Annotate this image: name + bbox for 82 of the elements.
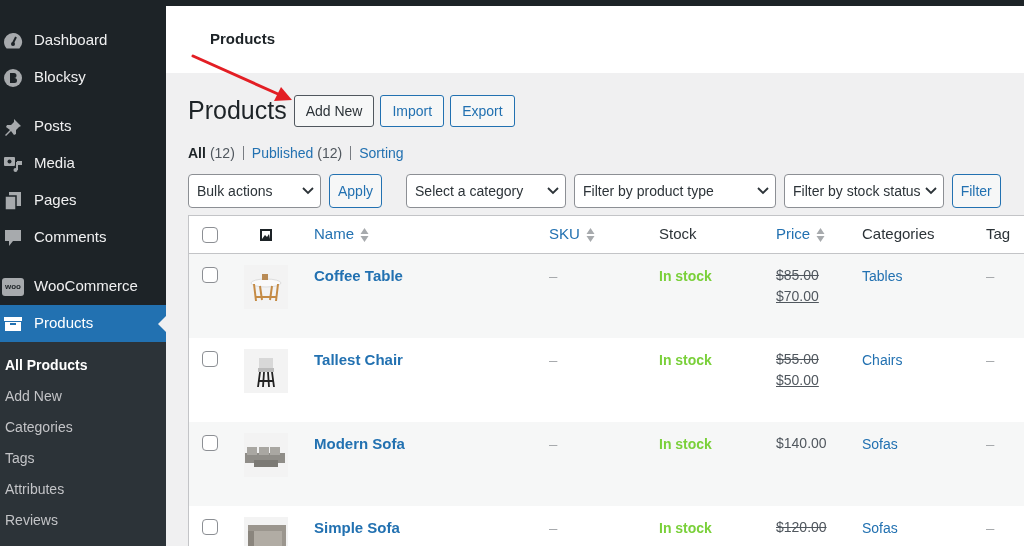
chevron-down-icon [302,187,314,195]
sku-text: – [549,435,558,452]
submenu-item[interactable]: Add New [0,381,166,412]
dropdown[interactable]: Filter by stock status [784,174,944,208]
tags-text: – [986,519,995,536]
tags-text: – [986,435,995,452]
menu-item[interactable]: Media [0,145,166,182]
sku-text: – [549,519,558,536]
page-title: Products [188,95,287,127]
sort-icon [816,226,826,243]
submenu-item[interactable]: Reviews [0,505,166,536]
action-button[interactable]: Add New [293,95,375,127]
column-header[interactable]: SKU [549,223,595,246]
sale-price: $50.00 [776,371,820,390]
row-checkbox[interactable] [202,519,218,535]
category-link[interactable]: Sofas [862,436,898,452]
submenu-item[interactable]: All Products [0,350,166,381]
pushpin-icon [3,116,23,137]
comment-icon [3,227,23,248]
stock-status: In stock [659,268,712,284]
menu-item[interactable]: Posts [0,108,166,145]
sort-icon [360,226,369,243]
tags-text: – [986,267,995,284]
dropdown[interactable]: Bulk actions [188,174,321,208]
view-link[interactable]: Sorting [359,142,404,164]
stock-status: In stock [659,520,712,536]
submenu-item[interactable]: Categories [0,412,166,443]
stock-status: In stock [659,436,712,452]
sale-price: $70.00 [776,287,820,306]
dropdown[interactable]: Filter by product type [574,174,777,208]
chevron-down-icon [924,187,937,195]
menu-item[interactable]: Dashboard [0,22,166,59]
action-button[interactable]: Import [380,95,445,127]
filter-button[interactable]: Filter [951,174,1001,208]
submenu-item[interactable]: Attributes [0,474,166,505]
header-title: Products [210,29,275,50]
product-name-link[interactable]: Coffee Table [314,267,403,284]
select-all-checkbox[interactable] [202,226,218,243]
view-link[interactable]: Published [251,142,314,164]
menu-item[interactable]: Blocksy [0,59,166,96]
category-link[interactable]: Sofas [862,520,898,536]
dropdown[interactable]: Select a category [406,174,567,208]
regular-price: $55.00 [776,350,820,369]
product-name-link[interactable]: Modern Sofa [314,435,405,452]
sort-icon [585,226,595,243]
category-link[interactable]: Chairs [862,352,903,368]
column-header[interactable]: Price [776,223,826,246]
image-icon [259,227,273,242]
stock-status: In stock [659,352,712,368]
price-text: $140.00 [776,434,828,453]
product-name-link[interactable]: Simple Sofa [314,519,400,536]
view-link[interactable]: All [188,142,206,164]
action-button[interactable]: Export [450,95,515,127]
product-name-link[interactable]: Tallest Chair [314,351,403,368]
filter-button[interactable]: Apply [329,174,383,208]
row-checkbox[interactable] [202,267,218,283]
tags-text: – [986,351,995,368]
column-header: Categories [862,224,935,245]
woo-icon: woo [2,277,24,296]
menu-item[interactable]: Comments [0,219,166,256]
regular-price: $85.00 [776,266,820,285]
menu-item[interactable]: Products [0,305,166,342]
row-checkbox[interactable] [202,435,218,451]
view-count: (12) [209,143,235,163]
menu-item[interactable]: woo WooCommerce [0,268,166,305]
pages-icon [3,190,23,211]
row-checkbox[interactable] [202,351,218,367]
b-circle-icon [3,67,23,88]
gauge-icon [3,31,23,50]
current-pointer [158,316,166,332]
menu-item[interactable]: Pages [0,182,166,219]
column-header: Stock [659,224,697,245]
regular-price: $120.00 [776,518,828,537]
chevron-down-icon [547,187,560,195]
column-header[interactable]: Name [314,223,369,246]
chevron-down-icon [757,187,770,195]
sku-text: – [549,351,558,368]
category-link[interactable]: Tables [862,268,903,284]
view-count: (12) [317,143,343,163]
submenu-item[interactable]: Tags [0,443,166,474]
sku-text: – [549,267,558,284]
column-header: Tag [986,224,1011,245]
